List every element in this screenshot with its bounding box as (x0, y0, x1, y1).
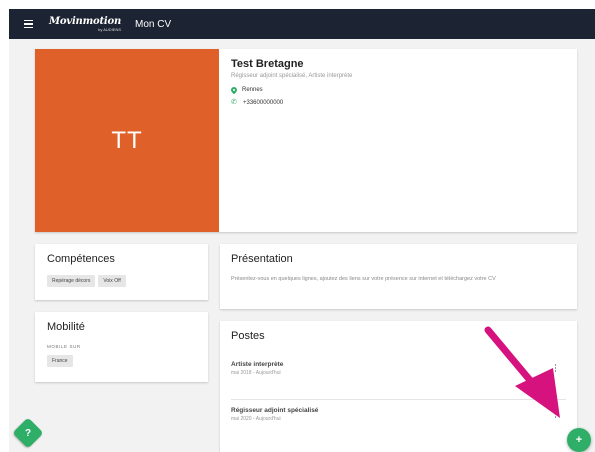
avatar: TT (35, 49, 219, 232)
divider (231, 399, 566, 400)
presentation-text: Présentez-vous en quelques lignes, ajout… (231, 276, 496, 282)
skills-title: Compétences (47, 253, 115, 265)
poste-item[interactable]: Artiste interprète mai 2018 - Aujourd'hu… (231, 361, 566, 376)
profile-roles: Régisseur adjoint spécialisé, Artiste in… (231, 73, 353, 79)
skills-card[interactable]: Compétences Repérage décors Voix Off (35, 244, 208, 300)
skills-chips: Repérage décors Voix Off (47, 275, 196, 287)
app-frame: Movinmotion by AUDIENS Mon CV TT Test Br… (9, 9, 595, 452)
avatar-initials: TT (111, 126, 143, 154)
mobility-chip: France (47, 355, 73, 367)
profile-name: Test Bretagne (231, 58, 304, 70)
brand-name: Movinmotion (49, 15, 122, 27)
skill-chip: Voix Off (98, 275, 126, 287)
brand-sub: by AUDIENS (98, 26, 122, 32)
help-button[interactable]: ? (12, 417, 44, 449)
phone-row: ✆ +33600000000 (231, 99, 352, 106)
more-options-icon[interactable] (554, 364, 556, 372)
location-text: Rennes (242, 87, 263, 93)
poste-title: Régisseur adjoint spécialisé (231, 407, 319, 414)
presentation-card[interactable]: Présentation Présentez-vous en quelques … (220, 244, 577, 309)
mobility-card[interactable]: Mobilité MOBILE SUR France (35, 312, 208, 382)
poste-dates: mai 2020 - Aujourd'hui (231, 416, 281, 422)
top-bar: Movinmotion by AUDIENS Mon CV (9, 9, 595, 39)
brand-logo[interactable]: Movinmotion by AUDIENS (49, 15, 122, 32)
profile-info: Test Bretagne Régisseur adjoint spéciali… (229, 58, 353, 106)
postes-title: Postes (231, 330, 265, 342)
presentation-title: Présentation (231, 253, 293, 265)
poste-item[interactable]: Régisseur adjoint spécialisé mai 2020 - … (231, 407, 566, 422)
location-pin-icon (229, 85, 239, 95)
poste-dates: mai 2018 - Aujourd'hui (231, 370, 281, 376)
postes-card: Postes Artiste interprète mai 2018 - Auj… (220, 321, 577, 452)
help-icon: ? (24, 427, 32, 439)
location-row: Rennes (229, 85, 352, 95)
mobility-title: Mobilité (47, 321, 85, 333)
page-title: Mon CV (135, 18, 172, 30)
poste-title: Artiste interprète (231, 361, 284, 368)
add-poste-button[interactable]: + (567, 428, 591, 452)
more-options-icon[interactable] (554, 410, 556, 418)
mobility-label: MOBILE SUR (47, 344, 81, 349)
profile-card: TT Test Bretagne Régisseur adjoint spéci… (35, 49, 577, 232)
skill-chip: Repérage décors (47, 275, 96, 287)
phone-icon: ✆ (231, 99, 237, 106)
menu-icon[interactable] (17, 19, 39, 29)
phone-text: +33600000000 (243, 99, 284, 106)
